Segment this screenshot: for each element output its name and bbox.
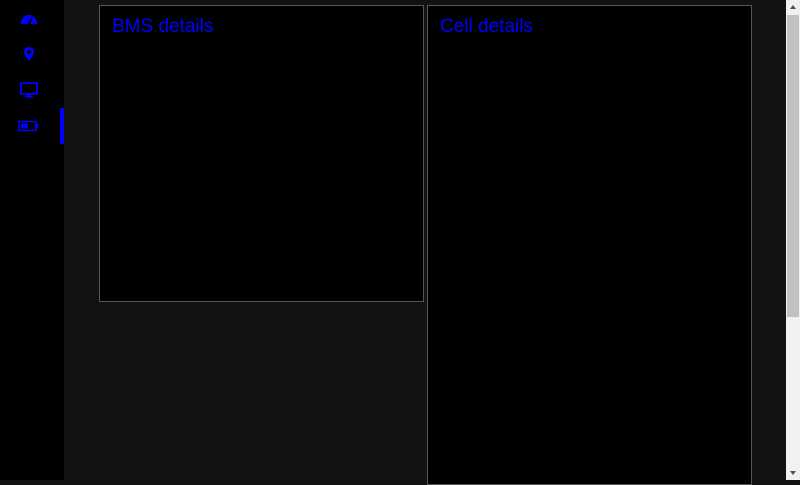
map-pin-icon bbox=[24, 47, 34, 61]
battery-icon bbox=[18, 120, 39, 132]
scroll-thumb[interactable] bbox=[787, 15, 799, 317]
gauge-icon bbox=[21, 15, 37, 25]
arrow-up-icon bbox=[790, 5, 796, 9]
sidebar-nav bbox=[0, 0, 64, 480]
arrow-down-icon bbox=[790, 471, 796, 475]
main-content: BMS details Cell details bbox=[64, 0, 786, 485]
monitor-icon bbox=[20, 82, 38, 98]
cell-details-title: Cell details bbox=[440, 16, 533, 37]
vertical-scrollbar[interactable] bbox=[786, 0, 800, 480]
scroll-down-arrow[interactable] bbox=[786, 466, 800, 480]
sidebar-item-location[interactable] bbox=[0, 36, 64, 72]
sidebar-item-display[interactable] bbox=[0, 72, 64, 108]
sidebar-item-battery[interactable] bbox=[0, 108, 64, 144]
bms-details-title: BMS details bbox=[112, 16, 214, 37]
cell-details-panel: Cell details bbox=[427, 5, 752, 485]
sidebar-item-dashboard[interactable] bbox=[0, 0, 64, 36]
bms-details-panel: BMS details bbox=[99, 5, 424, 302]
scroll-up-arrow[interactable] bbox=[786, 0, 800, 14]
